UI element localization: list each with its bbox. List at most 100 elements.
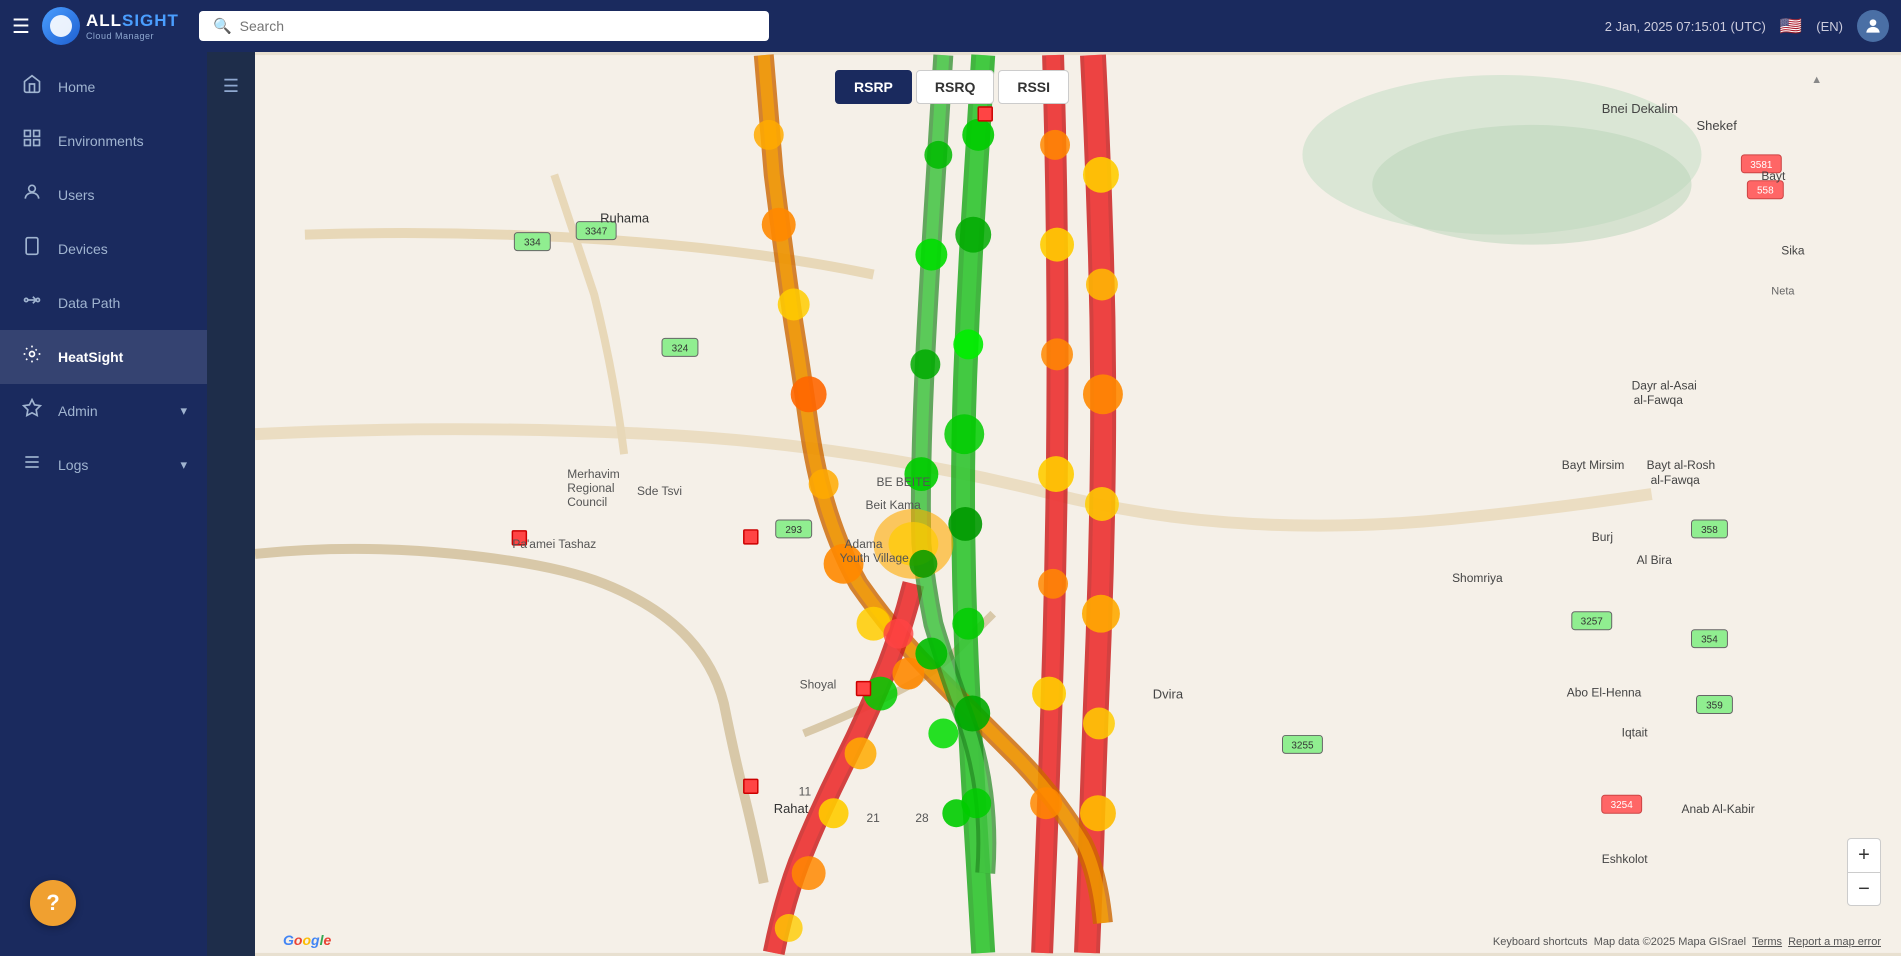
sidebar-label-home: Home: [58, 79, 95, 95]
svg-text:Neta: Neta: [1771, 286, 1795, 298]
svg-text:359: 359: [1706, 701, 1723, 712]
svg-text:Ruhama: Ruhama: [600, 211, 650, 226]
svg-text:354: 354: [1701, 635, 1718, 646]
svg-text:al-Fawqa: al-Fawqa: [1651, 473, 1701, 487]
svg-text:Burj: Burj: [1592, 530, 1613, 544]
svg-text:Adama: Adama: [845, 537, 883, 551]
map-data-label: Map data ©2025 Mapa GISrael: [1594, 936, 1746, 948]
svg-text:Dayr al-Asai: Dayr al-Asai: [1632, 378, 1697, 392]
svg-text:Beit Kama: Beit Kama: [866, 498, 922, 512]
svg-text:Shomriya: Shomriya: [1452, 571, 1503, 585]
environments-icon: [20, 128, 44, 154]
sidebar-item-admin[interactable]: Admin ▾: [0, 384, 207, 438]
rsrq-tab[interactable]: RSRQ: [916, 70, 994, 104]
svg-text:Anab Al-Kabir: Anab Al-Kabir: [1682, 802, 1755, 816]
signal-type-controls: RSRP RSRQ RSSI: [835, 70, 1069, 104]
sidebar-label-devices: Devices: [58, 241, 108, 257]
sidebar-item-devices[interactable]: Devices: [0, 222, 207, 276]
svg-text:558: 558: [1757, 186, 1774, 197]
logs-arrow: ▾: [180, 457, 187, 473]
svg-text:Dvira: Dvira: [1153, 687, 1184, 702]
svg-text:Bayt al-Rosh: Bayt al-Rosh: [1647, 458, 1716, 472]
side-panel: ☰: [207, 52, 255, 956]
zoom-in-button[interactable]: +: [1847, 838, 1881, 872]
zoom-out-button[interactable]: −: [1847, 872, 1881, 906]
brand-all: ALL: [86, 11, 122, 31]
map-background[interactable]: 334 3347 324 293 3255 3257 354 358 359 3…: [255, 52, 1901, 956]
datetime-label: 2 Jan, 2025 07:15:01 (UTC): [1605, 19, 1766, 34]
sidebar-label-heatsight: HeatSight: [58, 349, 123, 365]
search-input[interactable]: [240, 18, 755, 34]
svg-text:334: 334: [524, 238, 541, 249]
svg-text:Al Bira: Al Bira: [1637, 553, 1673, 567]
heatsight-icon: [20, 344, 44, 370]
users-icon: [20, 182, 44, 208]
svg-text:3257: 3257: [1581, 617, 1604, 628]
svg-text:324: 324: [672, 343, 689, 354]
sidebar-item-home[interactable]: Home: [0, 60, 207, 114]
svg-text:Council: Council: [567, 495, 607, 509]
svg-text:3347: 3347: [585, 227, 608, 238]
devices-icon: [20, 236, 44, 262]
svg-text:Pa'amei Tashaz: Pa'amei Tashaz: [512, 537, 596, 551]
search-bar[interactable]: 🔍: [199, 11, 769, 41]
sidebar-label-logs: Logs: [58, 457, 88, 473]
svg-text:Youth Village: Youth Village: [840, 551, 910, 565]
svg-text:Sika: Sika: [1781, 244, 1805, 258]
datapath-icon: [20, 290, 44, 316]
app-logo: ALLSIGHT Cloud Manager: [42, 7, 179, 45]
svg-text:3255: 3255: [1291, 740, 1314, 751]
admin-icon: [20, 398, 44, 424]
terms-link[interactable]: Terms: [1752, 936, 1782, 948]
search-icon: 🔍: [213, 17, 232, 35]
report-link[interactable]: Report a map error: [1788, 936, 1881, 948]
svg-text:Bnei Dekalim: Bnei Dekalim: [1602, 101, 1678, 116]
brand-text: ALLSIGHT Cloud Manager: [86, 11, 179, 41]
zoom-controls: + −: [1847, 838, 1881, 906]
svg-text:21: 21: [867, 811, 881, 825]
menu-icon[interactable]: ☰: [12, 14, 30, 39]
flag-icon: 🇺🇸: [1780, 16, 1802, 37]
svg-text:Shekef: Shekef: [1696, 118, 1737, 133]
map-area: 334 3347 324 293 3255 3257 354 358 359 3…: [255, 52, 1901, 956]
svg-text:11: 11: [799, 784, 812, 798]
google-logo: Google: [283, 932, 331, 948]
svg-text:Rahat: Rahat: [774, 801, 809, 816]
logs-icon: [20, 452, 44, 478]
svg-text:Merhavim: Merhavim: [567, 467, 620, 481]
svg-text:Abo El-Henna: Abo El-Henna: [1567, 686, 1642, 700]
brand-sub: Cloud Manager: [86, 31, 179, 41]
svg-text:BE BEITE: BE BEITE: [876, 475, 930, 489]
admin-arrow: ▾: [180, 403, 187, 419]
svg-text:28: 28: [915, 811, 929, 825]
side-panel-toggle[interactable]: ☰: [215, 68, 247, 105]
svg-text:3254: 3254: [1611, 800, 1634, 811]
lang-label: (EN): [1816, 19, 1843, 34]
rssi-tab[interactable]: RSSI: [998, 70, 1069, 104]
sidebar-item-users[interactable]: Users: [0, 168, 207, 222]
logo-inner: [50, 15, 72, 37]
sidebar-label-admin: Admin: [58, 403, 98, 419]
sidebar-item-datapath[interactable]: Data Path: [0, 276, 207, 330]
svg-text:Bayt Mirsim: Bayt Mirsim: [1562, 458, 1625, 472]
sidebar-label-datapath: Data Path: [58, 295, 120, 311]
rsrp-tab[interactable]: RSRP: [835, 70, 912, 104]
sidebar-item-logs[interactable]: Logs ▾: [0, 438, 207, 492]
svg-text:al-Fawqa: al-Fawqa: [1634, 393, 1684, 407]
svg-text:Regional: Regional: [567, 481, 614, 495]
help-button[interactable]: ?: [30, 880, 76, 926]
user-avatar[interactable]: [1857, 10, 1889, 42]
svg-text:293: 293: [785, 525, 802, 536]
help-icon: ?: [46, 890, 59, 916]
svg-text:Iqtait: Iqtait: [1622, 725, 1649, 739]
map-svg: 334 3347 324 293 3255 3257 354 358 359 3…: [255, 52, 1901, 956]
home-icon: [20, 74, 44, 100]
keyboard-shortcuts[interactable]: Keyboard shortcuts: [1493, 936, 1588, 948]
brand-sight: SIGHT: [122, 11, 179, 31]
sidebar: Home Environments Users Devices Data Pat…: [0, 52, 207, 956]
sidebar-item-heatsight[interactable]: HeatSight: [0, 330, 207, 384]
sidebar-item-environments[interactable]: Environments: [0, 114, 207, 168]
sidebar-label-users: Users: [58, 187, 95, 203]
svg-text:Eshkolot: Eshkolot: [1602, 852, 1649, 866]
logo-circle: [42, 7, 80, 45]
